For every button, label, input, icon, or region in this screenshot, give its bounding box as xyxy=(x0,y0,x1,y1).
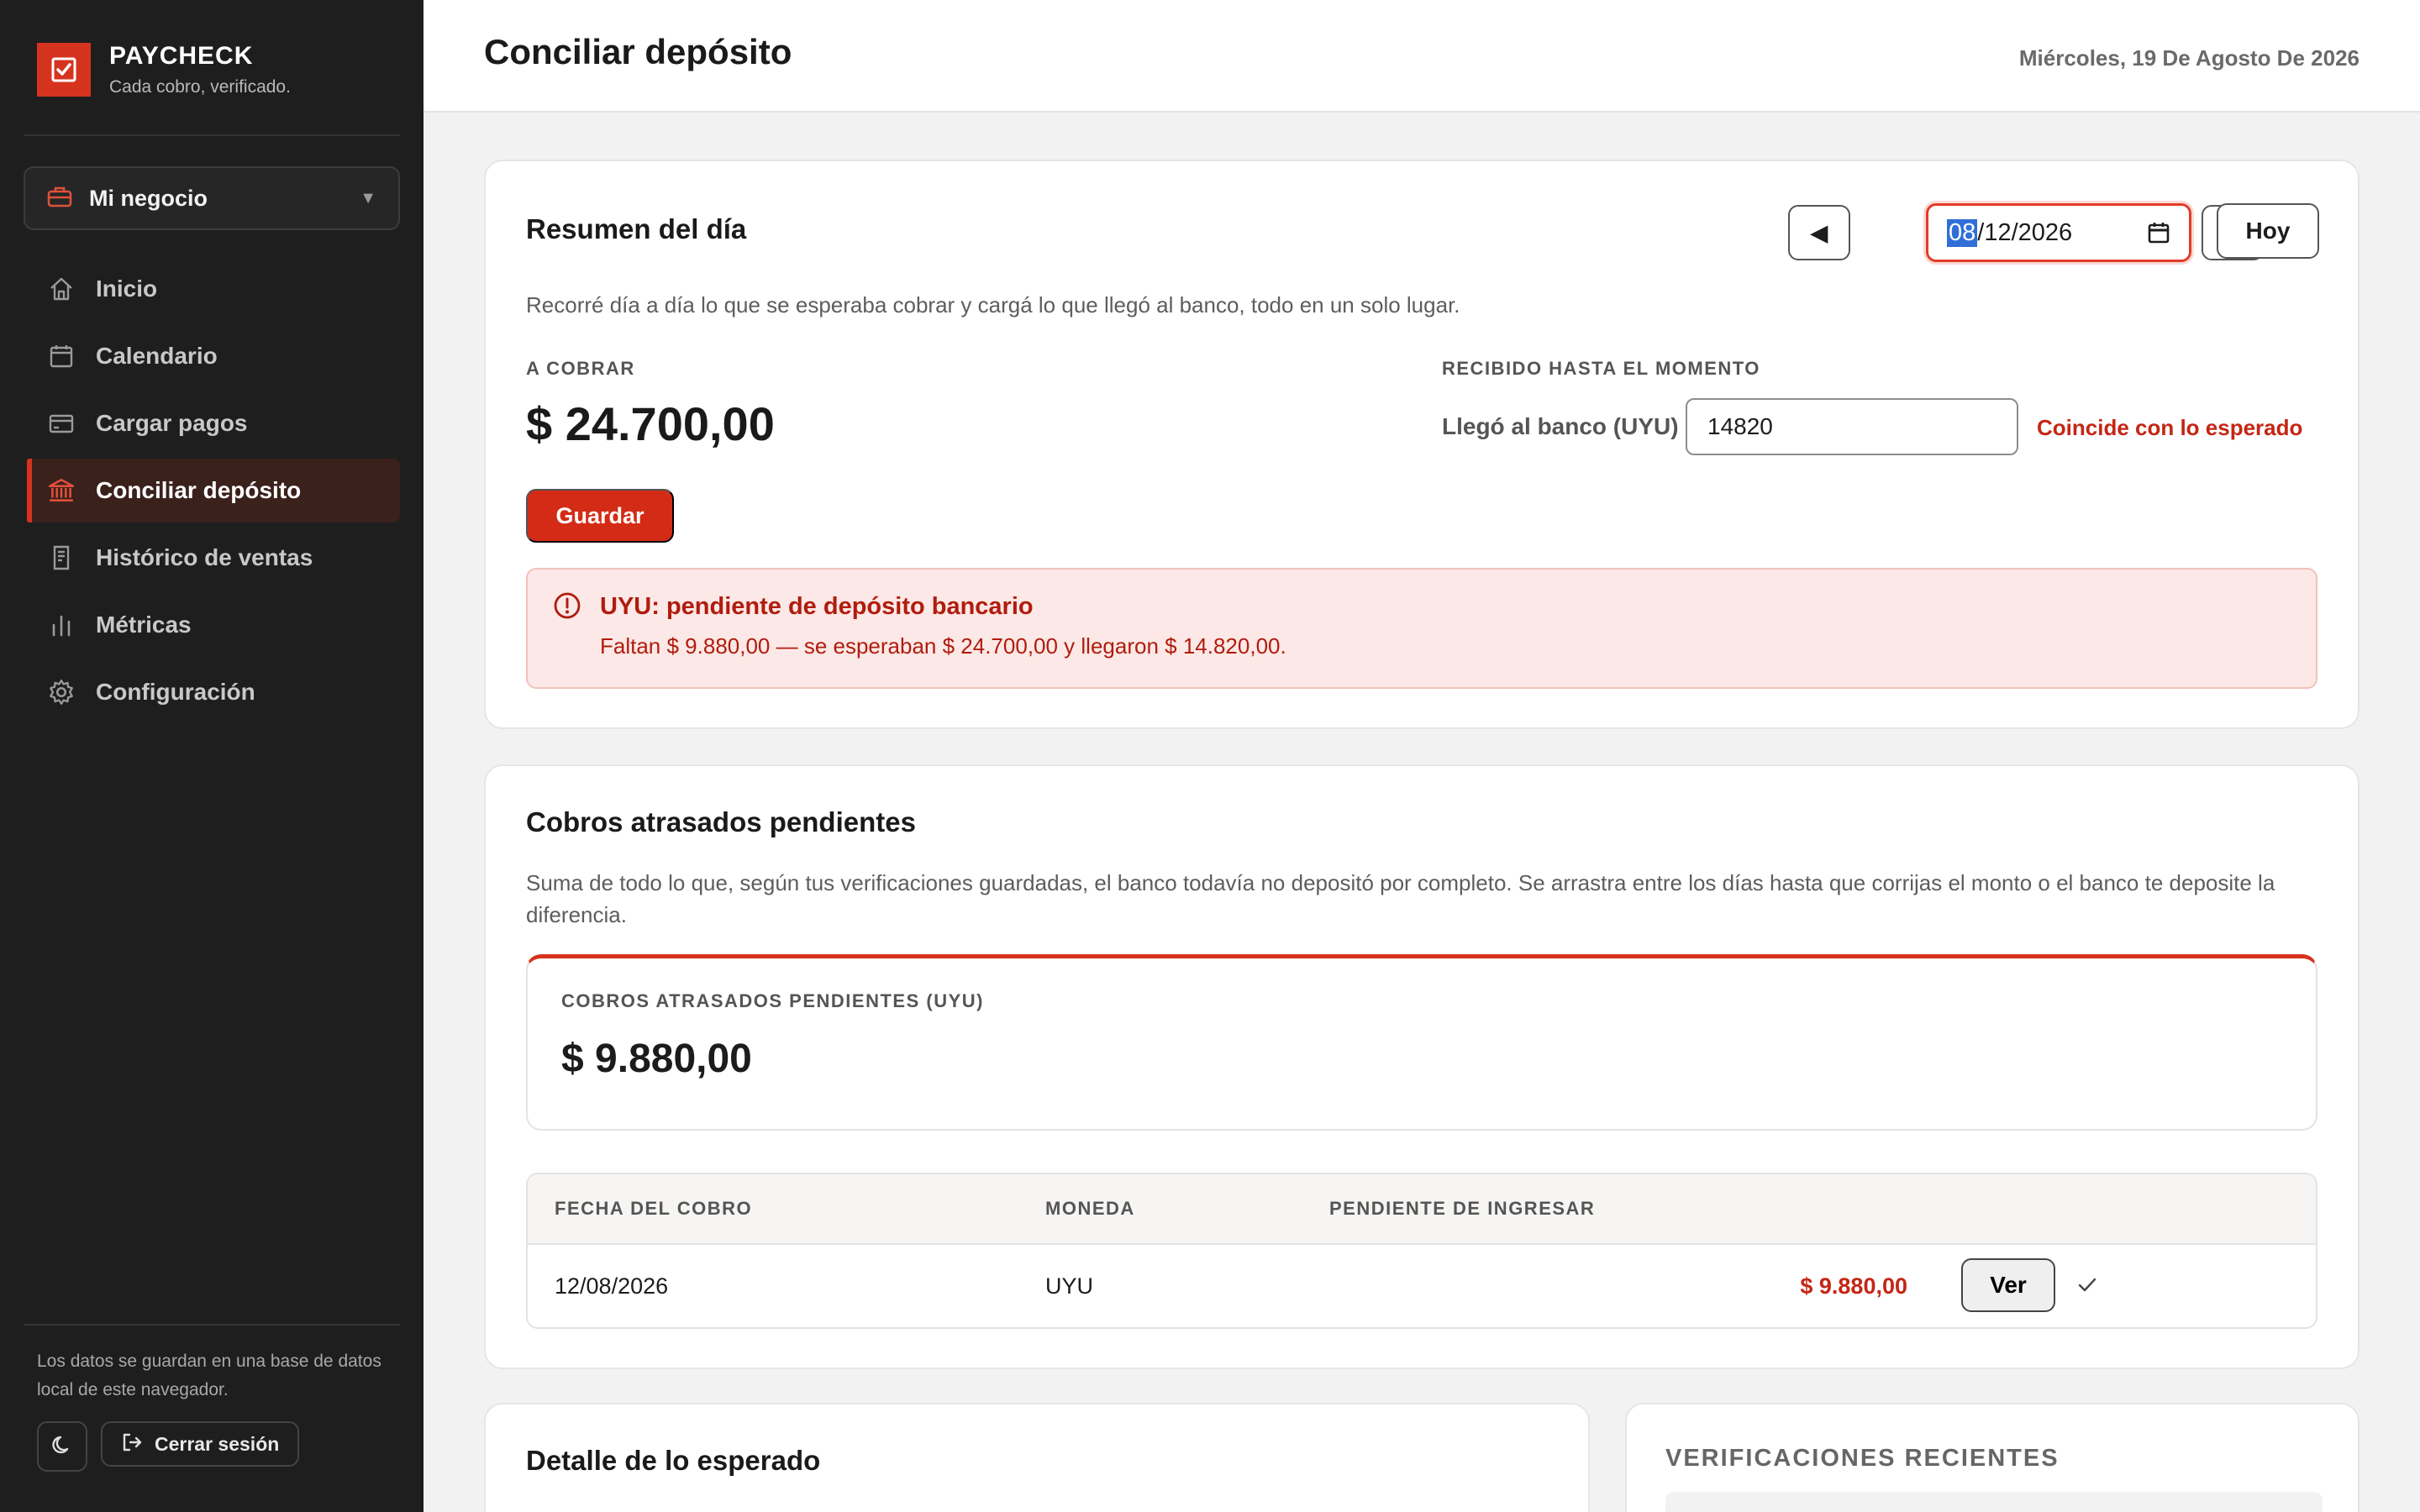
sidebar-item-calendario[interactable]: Calendario xyxy=(27,324,400,388)
triangle-left-icon: ◀ xyxy=(1811,219,1828,245)
bank-icon xyxy=(47,476,76,505)
brand-name: PAYCHECK xyxy=(109,42,254,70)
date-rest-segment: /12/2026 xyxy=(1977,218,2073,246)
brand-tagline: Cada cobro, verificado. xyxy=(109,77,291,97)
to-collect-amount: $ 24.700,00 xyxy=(526,397,775,450)
receipt-icon xyxy=(47,543,76,572)
view-button[interactable]: Ver xyxy=(1961,1258,2055,1312)
overdue-table: FECHA DEL COBRO MONEDA PENDIENTE DE INGR… xyxy=(526,1173,2317,1329)
top-bar: Conciliar depósito Miércoles, 19 De Agos… xyxy=(424,0,2420,113)
brand[interactable]: PAYCHECK Cada cobro, verificado. xyxy=(37,42,291,97)
bank-amount-label: Llegó al banco (UYU) xyxy=(1442,413,1679,439)
recent-verifications-title: VERIFICACIONES RECIENTES xyxy=(1665,1445,2060,1472)
overdue-card: Cobros atrasados pendientes Suma de todo… xyxy=(484,764,2360,1369)
sidebar-footer-divider xyxy=(24,1324,400,1326)
table-header: FECHA DEL COBRO MONEDA PENDIENTE DE INGR… xyxy=(528,1174,2316,1245)
business-selector[interactable]: Mi negocio ▼ xyxy=(24,166,400,230)
sidebar-divider xyxy=(24,134,400,136)
recent-verifications-list xyxy=(1665,1492,2323,1512)
row-pending-amount: $ 9.880,00 xyxy=(1800,1273,1907,1299)
previous-day-button[interactable]: ◀ xyxy=(1788,205,1850,260)
overdue-description: Suma de todo lo que, según tus verificac… xyxy=(526,870,2275,927)
sidebar: PAYCHECK Cada cobro, verificado. Mi nego… xyxy=(0,0,424,1512)
page-title: Conciliar depósito xyxy=(484,32,792,71)
column-header-currency: MONEDA xyxy=(1045,1198,1135,1219)
overdue-total-panel: COBROS ATRASADOS PENDIENTES (UYU) $ 9.88… xyxy=(526,954,2317,1131)
overdue-title: Cobros atrasados pendientes xyxy=(526,806,916,837)
calendar-icon[interactable] xyxy=(2147,221,2170,251)
sidebar-nav: Inicio Calendario Cargar pagos Conciliar… xyxy=(27,257,400,727)
sidebar-item-configuracion[interactable]: Configuración xyxy=(27,660,400,724)
home-icon xyxy=(47,275,76,303)
sidebar-item-cargar-pagos[interactable]: Cargar pagos xyxy=(27,391,400,455)
chevron-down-icon: ▼ xyxy=(360,188,376,207)
briefcase-icon xyxy=(47,184,72,213)
bank-amount-input[interactable]: 14820 xyxy=(1686,398,2018,455)
expected-detail-title: Detalle de lo esperado xyxy=(526,1445,821,1476)
alert-title: UYU: pendiente de depósito bancario xyxy=(600,593,1034,620)
calendar-icon xyxy=(47,342,76,370)
sidebar-item-historico-ventas[interactable]: Histórico de ventas xyxy=(27,526,400,590)
business-label: Mi negocio xyxy=(89,185,208,211)
summary-card: Resumen del día ◀ 08/12/2026 ▶ Hoy Recor… xyxy=(484,160,2360,729)
check-icon[interactable] xyxy=(2075,1273,2099,1301)
sidebar-item-inicio[interactable]: Inicio xyxy=(27,257,400,321)
match-status: Coincide con lo esperado xyxy=(2037,415,2303,440)
date-input[interactable]: 08/12/2026 xyxy=(1926,203,2191,262)
theme-toggle-button[interactable] xyxy=(37,1421,87,1472)
check-square-icon xyxy=(37,43,91,97)
overdue-total-label: COBROS ATRASADOS PENDIENTES (UYU) xyxy=(561,990,984,1011)
summary-title: Resumen del día xyxy=(526,213,747,244)
card-icon xyxy=(47,409,76,438)
to-collect-label: A COBRAR xyxy=(526,358,635,379)
pending-deposit-alert: UYU: pendiente de depósito bancario Falt… xyxy=(526,568,2317,689)
row-date: 12/08/2026 xyxy=(555,1273,669,1299)
today-button[interactable]: Hoy xyxy=(2217,203,2319,259)
save-button[interactable]: Guardar xyxy=(526,489,674,543)
overdue-total-value: $ 9.880,00 xyxy=(561,1037,752,1081)
alert-text: Faltan $ 9.880,00 — se esperaban $ 24.70… xyxy=(600,633,1286,659)
alert-circle-icon xyxy=(553,591,581,624)
logout-icon xyxy=(121,1431,143,1457)
sidebar-item-metricas[interactable]: Métricas xyxy=(27,593,400,657)
recent-verifications-card: VERIFICACIONES RECIENTES xyxy=(1625,1403,2360,1512)
storage-note: Los datos se guardan en una base de dato… xyxy=(37,1352,381,1399)
row-currency: UYU xyxy=(1045,1273,1094,1299)
bar-chart-icon xyxy=(47,611,76,639)
current-date: Miércoles, 19 De Agosto De 2026 xyxy=(2018,45,2360,71)
received-label: RECIBIDO HASTA EL MOMENTO xyxy=(1442,358,1760,379)
summary-description: Recorré día a día lo que se esperaba cob… xyxy=(526,292,1460,318)
date-day-segment[interactable]: 08 xyxy=(1947,218,1978,247)
logout-button[interactable]: Cerrar sesión xyxy=(101,1421,300,1467)
sidebar-item-conciliar-deposito[interactable]: Conciliar depósito xyxy=(27,459,400,522)
column-header-pending: PENDIENTE DE INGRESAR xyxy=(1329,1198,1596,1219)
gear-icon xyxy=(47,678,76,706)
moon-icon xyxy=(50,1433,74,1461)
column-header-date: FECHA DEL COBRO xyxy=(555,1198,753,1219)
expected-detail-card: Detalle de lo esperado xyxy=(484,1403,1590,1512)
